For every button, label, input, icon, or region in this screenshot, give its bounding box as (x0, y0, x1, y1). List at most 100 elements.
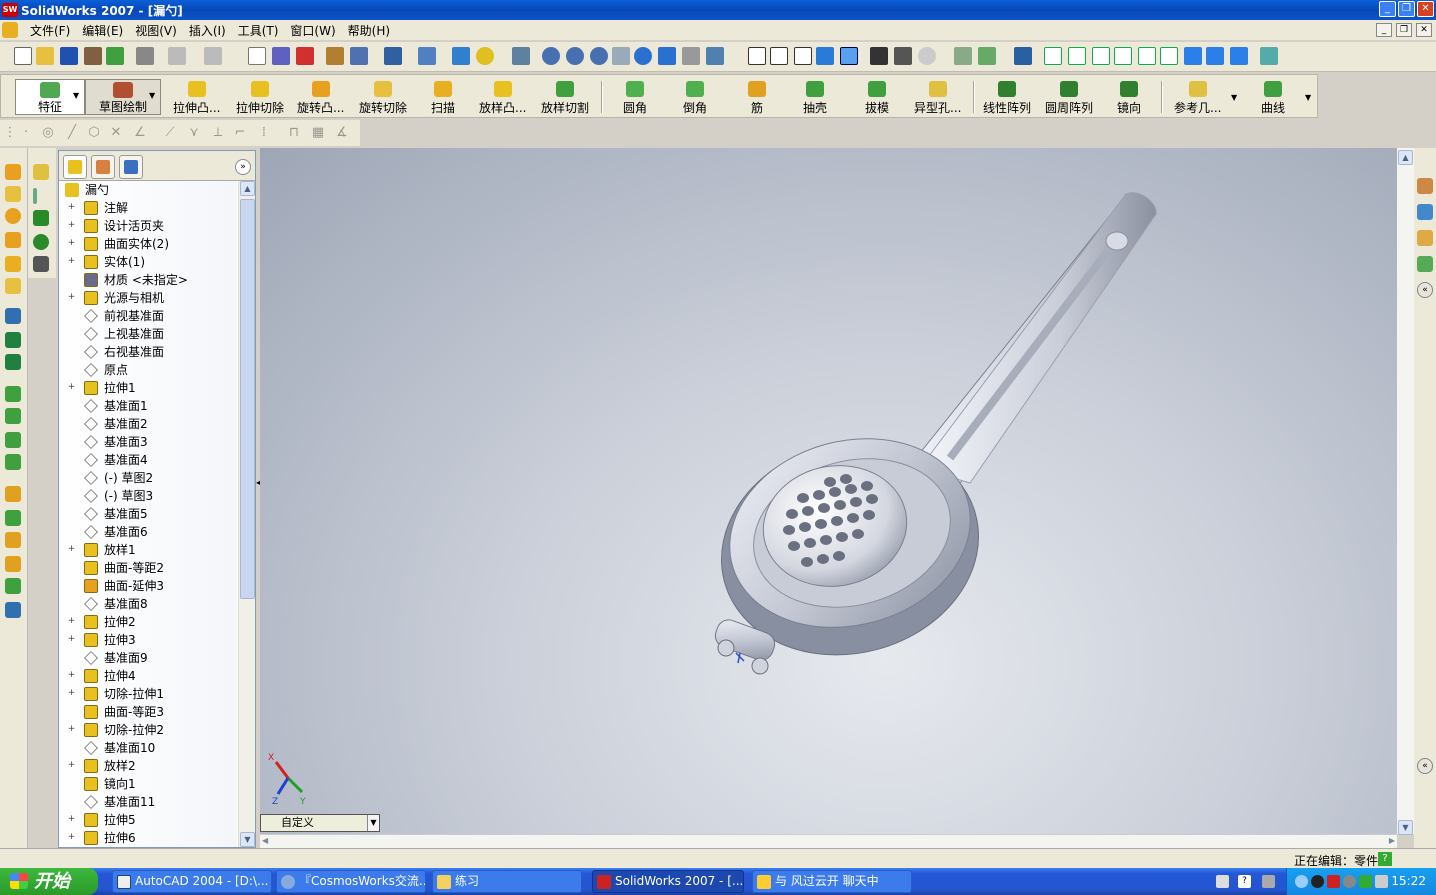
menu-file[interactable]: 文件(F) (24, 22, 76, 39)
scroll-thumb[interactable] (240, 199, 255, 599)
tree-item[interactable]: 基准面11 (59, 793, 237, 811)
tree-item[interactable]: 原点 (59, 361, 237, 379)
shell-button[interactable]: 抽壳 (803, 81, 827, 117)
fillet-button[interactable]: 圆角 (623, 81, 647, 117)
tab-configuration-manager[interactable] (119, 155, 143, 179)
shaded-icon[interactable] (840, 47, 858, 65)
normal-to-icon[interactable] (1260, 47, 1278, 65)
expand-icon[interactable] (67, 419, 76, 428)
tree-item[interactable]: 右视基准面 (59, 343, 237, 361)
tree-item[interactable]: 基准面2 (59, 415, 237, 433)
make-drawing-icon[interactable] (84, 47, 102, 65)
split-tool-icon[interactable] (5, 602, 21, 618)
tree-item[interactable]: 基准面3 (59, 433, 237, 451)
top-view-icon[interactable] (1138, 47, 1156, 65)
extend-icon[interactable]: ∠ (132, 125, 148, 141)
minimize-button[interactable]: _ (1379, 1, 1396, 17)
reference-geometry-button[interactable]: 参考几... (1174, 81, 1221, 117)
isometric-view-icon[interactable] (1184, 47, 1202, 65)
view-origins-icon[interactable] (978, 47, 996, 65)
graphics-area[interactable]: X Y Z 自定义 ▼ (260, 148, 1397, 834)
tree-scrollbar[interactable]: ▲ ▼ (238, 181, 255, 847)
expand-icon[interactable] (67, 437, 76, 446)
tree-item[interactable]: + 拉伸3 (59, 631, 237, 649)
solidworks-app-icon[interactable]: SW (2, 3, 18, 17)
tree-item[interactable]: 上视基准面 (59, 325, 237, 343)
expand-icon[interactable]: + (67, 725, 76, 734)
loft-cut-button[interactable]: 放样切割 (541, 81, 589, 117)
scroll-down-icon[interactable]: ▼ (240, 832, 255, 847)
collapse-task-pane-icon[interactable]: « (1417, 282, 1433, 298)
draft-tool-icon[interactable] (5, 408, 21, 424)
tree-item[interactable]: + 放样1 (59, 541, 237, 559)
expand-icon[interactable]: + (67, 293, 76, 302)
task-folder-practice[interactable]: 练习 (432, 870, 582, 893)
rib-tool-icon[interactable] (5, 354, 21, 370)
hole-wizard-button[interactable]: 异型孔... (914, 81, 961, 117)
expand-icon[interactable]: + (67, 221, 76, 230)
close-button[interactable]: ✕ (1417, 1, 1434, 17)
tree-item[interactable]: + 拉伸6 (59, 829, 237, 847)
tree-item[interactable]: 前视基准面 (59, 307, 237, 325)
right-view-icon[interactable] (1114, 47, 1132, 65)
tree-item[interactable]: 基准面10 (59, 739, 237, 757)
loft-boss-button[interactable]: 放样凸... (479, 81, 526, 117)
tree-item[interactable]: 曲面-延伸3 (59, 577, 237, 595)
expand-icon[interactable]: + (67, 203, 76, 212)
expand-icon[interactable] (67, 599, 76, 608)
solidworks-menu-icon[interactable] (2, 22, 18, 38)
scroll-up-icon[interactable]: ▲ (1398, 150, 1413, 165)
tree-item[interactable]: + 切除-拉伸2 (59, 721, 237, 739)
select-other-icon[interactable] (272, 47, 290, 65)
zoom-to-fit-icon[interactable] (542, 47, 560, 65)
new-icon[interactable] (14, 47, 32, 65)
tree-item[interactable]: + 拉伸4 (59, 667, 237, 685)
keyboard-icon[interactable] (1216, 875, 1229, 888)
hole-tool-icon[interactable] (5, 486, 21, 502)
view-orientation-dropdown-icon[interactable]: ▼ (367, 815, 379, 831)
offset-icon[interactable]: ⟋ (162, 125, 178, 141)
extruded-cut-button[interactable]: 拉伸切除 (236, 81, 284, 117)
back-view-icon[interactable] (1068, 47, 1086, 65)
loft-tool-icon[interactable] (5, 256, 21, 272)
plane-tool-icon[interactable] (33, 164, 49, 180)
task-autocad[interactable]: AutoCAD 2004 - [D:\... (112, 870, 272, 893)
security-icon[interactable] (1359, 875, 1372, 888)
pattern-tool-icon[interactable] (5, 332, 21, 348)
tray-tool-icon[interactable] (1343, 875, 1356, 888)
view-axes-icon[interactable] (1014, 47, 1032, 65)
expand-icon[interactable] (67, 527, 76, 536)
chamfer-button[interactable]: 倒角 (683, 81, 707, 117)
save-icon[interactable] (60, 47, 78, 65)
expand-icon[interactable] (67, 509, 76, 518)
tree-item[interactable]: + 拉伸2 (59, 613, 237, 631)
graphics-vertical-scrollbar[interactable]: ▲ ▼ (1397, 148, 1414, 835)
tree-item[interactable]: + 设计活页夹 (59, 217, 237, 235)
tree-item[interactable]: 基准面1 (59, 397, 237, 415)
tree-item[interactable]: + 切除-拉伸1 (59, 685, 237, 703)
wireframe-icon[interactable] (748, 47, 766, 65)
tree-item[interactable]: 基准面6 (59, 523, 237, 541)
expand-icon[interactable] (67, 797, 76, 806)
sweep-button[interactable]: 扫描 (431, 81, 455, 117)
point-icon[interactable]: · (18, 125, 34, 141)
tab-sketch-dropdown-icon[interactable]: ▼ (149, 91, 155, 100)
shaded-with-edges-icon[interactable] (816, 47, 834, 65)
menu-edit[interactable]: 编辑(E) (76, 22, 129, 39)
tab-features-dropdown-icon[interactable]: ▼ (73, 91, 79, 100)
fillet-tool-icon[interactable] (5, 308, 21, 324)
point-tool-icon[interactable] (33, 234, 49, 250)
view-orientation-select[interactable]: 自定义 ▼ (260, 814, 380, 832)
menu-help[interactable]: 帮助(H) (342, 22, 396, 39)
antivirus-icon[interactable] (1327, 875, 1340, 888)
roll-view-icon[interactable] (682, 47, 700, 65)
expand-icon[interactable] (67, 401, 76, 410)
design-library-icon[interactable] (1417, 204, 1433, 220)
expand-icon[interactable]: + (67, 689, 76, 698)
help-icon[interactable] (476, 47, 494, 65)
redo-icon[interactable] (204, 47, 222, 65)
front-view-icon[interactable] (1044, 47, 1062, 65)
expand-icon[interactable] (67, 653, 76, 662)
expand-icon[interactable]: + (67, 635, 76, 644)
tree-item[interactable]: 基准面4 (59, 451, 237, 469)
